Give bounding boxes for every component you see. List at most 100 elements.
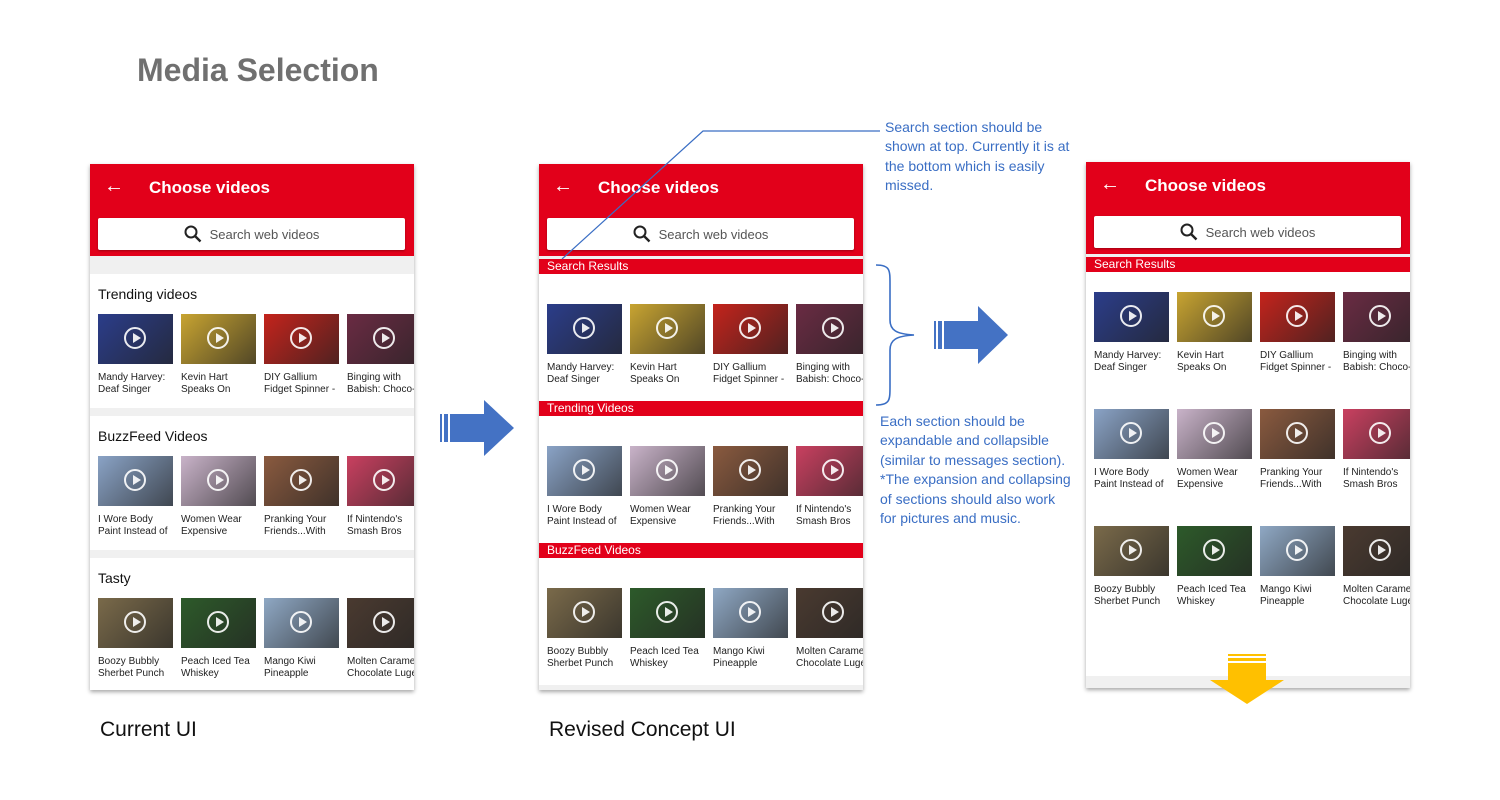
video-thumbnail[interactable]: Pranking Your Friends...With [1260,409,1335,493]
video-title: Pranking Your Friends...With [1260,467,1323,490]
search-input[interactable]: Search web videos [1094,216,1401,248]
play-icon [822,601,844,623]
play-icon [124,469,146,491]
section-header[interactable]: BuzzFeed Videos [539,543,863,558]
video-thumbnail[interactable]: If Nintendo's Smash Bros [796,446,863,530]
video-thumbnail[interactable]: Women Wear Expensive [630,446,705,530]
video-thumbnail[interactable]: Mandy Harvey: Deaf Singer [1094,292,1169,376]
thumbnail-row: Boozy Bubbly Sherbet Punch Peach Iced Tea… [98,598,414,682]
play-icon [656,317,678,339]
video-title: Pranking Your Friends...With [264,514,327,537]
search-input[interactable]: Search web videos [98,218,405,250]
video-thumbnail[interactable]: Women Wear Expensive [1177,409,1252,493]
video-thumbnail[interactable]: I Wore Body Paint Instead of [1094,409,1169,493]
brace-icon [875,264,915,406]
video-thumbnail[interactable]: Mandy Harvey: Deaf Singer [98,314,173,398]
video-title: Kevin Hart Speaks On [630,362,680,385]
video-title: Molten Caramel Chocolate Luge [1343,584,1410,607]
video-thumbnail[interactable]: Molten Caramel Chocolate Luge [347,598,414,682]
video-title: Kevin Hart Speaks On [1177,350,1227,373]
video-thumbnail[interactable]: DIY Gallium Fidget Spinner - [1260,292,1335,376]
video-thumbnail[interactable]: If Nintendo's Smash Bros [1343,409,1410,493]
app-title: Choose videos [1145,176,1266,195]
video-image [264,314,339,364]
video-section: I Wore Body Paint Instead of Women Wear E… [539,416,863,543]
video-thumbnail[interactable]: Peach Iced Tea Whiskey [630,588,705,672]
video-thumbnail[interactable]: If Nintendo's Smash Bros [347,456,414,540]
video-thumbnail[interactable]: Molten Caramel Chocolate Luge [796,588,863,672]
video-thumbnail[interactable]: Mango Kiwi Pineapple [713,588,788,672]
video-thumbnail[interactable]: Boozy Bubbly Sherbet Punch [1094,526,1169,610]
video-image [1094,292,1169,342]
play-icon [124,611,146,633]
video-thumbnail[interactable]: Pranking Your Friends...With [264,456,339,540]
play-icon [1120,539,1142,561]
video-title: Peach Iced Tea Whiskey [181,656,250,679]
section-header[interactable]: Trending Videos [539,401,863,416]
video-image [1177,526,1252,576]
video-thumbnail[interactable]: Binging with Babish: Choco- [796,304,863,388]
arrow-right-icon [440,400,514,456]
video-image [98,598,173,648]
video-thumbnail[interactable]: Kevin Hart Speaks On [1177,292,1252,376]
video-thumbnail[interactable]: Binging with Babish: Choco- [347,314,414,398]
expand-note: Each section should be expandable and co… [880,413,1071,527]
video-thumbnail[interactable]: Mango Kiwi Pineapple [264,598,339,682]
video-image [630,588,705,638]
play-icon [739,601,761,623]
play-icon [207,611,229,633]
video-thumbnail[interactable]: DIY Gallium Fidget Spinner - [264,314,339,398]
video-image [98,456,173,506]
page-title: Media Selection [137,52,379,88]
video-thumbnail[interactable]: Boozy Bubbly Sherbet Punch [547,588,622,672]
back-arrow-icon[interactable]: ← [104,176,124,196]
video-image [181,456,256,506]
video-title: Binging with Babish: Choco- [796,362,863,385]
search-icon [184,225,201,243]
video-thumbnail[interactable]: Molten Caramel Chocolate Luge [1343,526,1410,610]
video-title: Boozy Bubbly Sherbet Punch [98,656,165,679]
video-thumbnail[interactable]: Women Wear Expensive [181,456,256,540]
play-icon [1369,422,1391,444]
video-thumbnail[interactable]: DIY Gallium Fidget Spinner - [713,304,788,388]
play-icon [290,611,312,633]
search-note: Search section should be shown at top. C… [885,119,1070,194]
expanded-ui-phone: ← Choose videos Search web videos Search… [1086,162,1410,688]
video-image [1177,292,1252,342]
video-title: Molten Caramel Chocolate Luge [796,646,863,669]
play-icon [1286,422,1308,444]
video-image [1260,526,1335,576]
video-section: Boozy Bubbly Sherbet Punch Peach Iced Tea… [539,558,863,685]
video-thumbnail[interactable]: Mango Kiwi Pineapple [1260,526,1335,610]
video-thumbnail[interactable]: Mandy Harvey: Deaf Singer [547,304,622,388]
app-bar: ← Choose videos Search web videos [90,164,414,256]
video-title: I Wore Body Paint Instead of [547,504,617,527]
video-thumbnail[interactable]: Peach Iced Tea Whiskey [1177,526,1252,610]
video-thumbnail[interactable]: Binging with Babish: Choco- [1343,292,1410,376]
play-icon [1203,305,1225,327]
video-thumbnail[interactable]: Boozy Bubbly Sherbet Punch [98,598,173,682]
section-header-search-results[interactable]: Search Results [1086,257,1410,272]
back-arrow-icon[interactable]: ← [1100,174,1120,194]
app-bar: ← Choose videos Search web videos [1086,162,1410,254]
video-section: BuzzFeed Videos I Wore Body Paint Instead… [90,416,414,550]
video-image [1094,526,1169,576]
video-section: Mandy Harvey: Deaf Singer Kevin Hart Spea… [539,274,863,401]
play-icon [573,601,595,623]
video-image [796,304,863,354]
video-image [630,304,705,354]
play-icon [290,327,312,349]
video-thumbnail[interactable]: I Wore Body Paint Instead of [98,456,173,540]
expanded-grid: Mandy Harvey: Deaf Singer Kevin Hart Spea… [1086,272,1410,676]
play-icon [1203,422,1225,444]
video-thumbnail[interactable]: Kevin Hart Speaks On [630,304,705,388]
video-title: Boozy Bubbly Sherbet Punch [1094,584,1161,607]
video-title: Binging with Babish: Choco- [347,372,414,395]
video-image [1343,526,1410,576]
video-image [713,304,788,354]
video-section: Tasty Boozy Bubbly Sherbet Punch Peach Ice… [90,558,414,690]
video-thumbnail[interactable]: I Wore Body Paint Instead of [547,446,622,530]
video-thumbnail[interactable]: Pranking Your Friends...With [713,446,788,530]
video-thumbnail[interactable]: Kevin Hart Speaks On [181,314,256,398]
video-thumbnail[interactable]: Peach Iced Tea Whiskey [181,598,256,682]
